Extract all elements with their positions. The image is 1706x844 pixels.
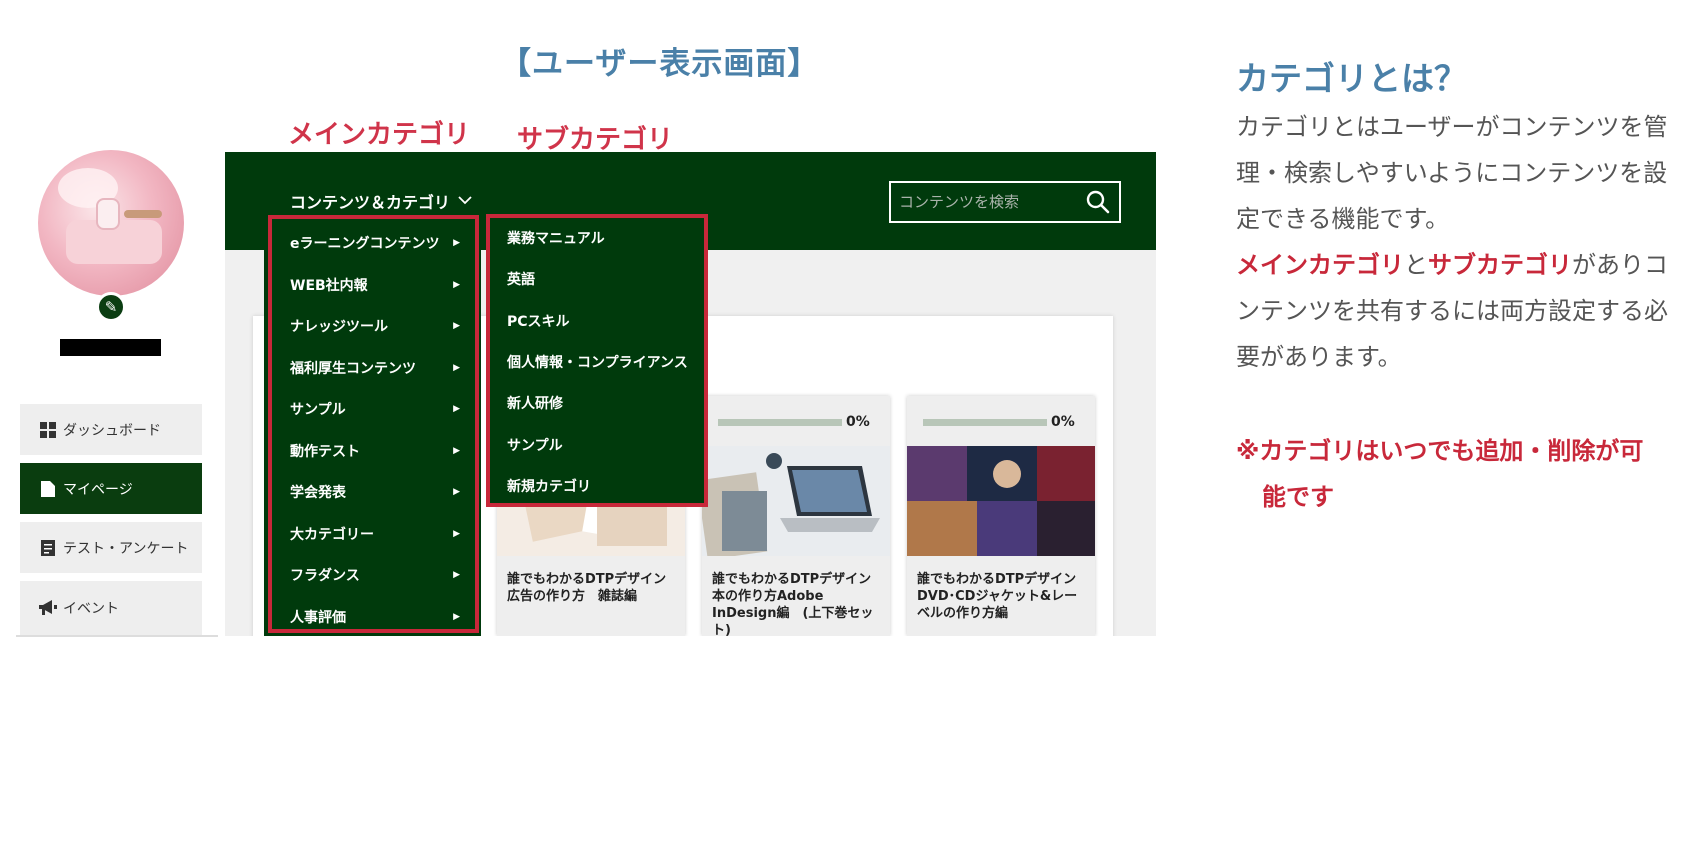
card-title: 誰でもわかるDTPデザイン 本の作り方Adobe InDesign編 (上下巻セ…	[712, 572, 885, 636]
sidebar-item-event[interactable]: イベント	[20, 581, 202, 635]
card-title: 誰でもわかるDTPデザイン DVD･CDジャケット&レーベルの作り方編	[917, 572, 1090, 621]
progress-bar	[923, 418, 1047, 426]
card-thumbnail	[702, 446, 890, 556]
sidebar-item-dashboard[interactable]: ダッシュボード	[20, 404, 202, 455]
sub-category-highlight-box	[486, 214, 708, 507]
progress-percent: 0%	[1051, 414, 1075, 430]
pencil-icon[interactable]: ✎	[96, 292, 126, 322]
megaphone-icon	[39, 599, 57, 617]
explanation-paragraph-1: カテゴリとはユーザーがコンテンツを管理・検索しやすいようにコンテンツを設定できる…	[1236, 113, 1668, 233]
connector-text: と	[1404, 251, 1428, 279]
main-category-highlight-box	[268, 215, 479, 633]
card-thumbnail	[907, 446, 1095, 556]
sidebar-item-label: テスト・アンケート	[63, 540, 189, 557]
sidebar-item-test-survey[interactable]: テスト・アンケート	[20, 522, 202, 573]
test-icon	[39, 539, 57, 557]
progress-bar	[718, 418, 842, 426]
sidebar-item-label: イベント	[63, 601, 119, 617]
progress-percent: 0%	[846, 414, 870, 430]
username-redacted	[60, 339, 161, 356]
page-icon	[39, 480, 57, 498]
note-line-2: 能です	[1262, 483, 1334, 511]
main-category-term: メインカテゴリ	[1236, 251, 1404, 279]
explanation-paragraph-2: メインカテゴリとサブカテゴリがありコンテンツを共有するには両方設定する必要があり…	[1236, 242, 1680, 380]
avatar[interactable]	[38, 150, 184, 296]
sidebar-item-label: マイページ	[63, 481, 133, 498]
note-text: ※カテゴリはいつでも追加・削除が可 能です	[1236, 428, 1680, 520]
search-icon[interactable]	[1085, 189, 1111, 215]
explanation-text: カテゴリとはユーザーがコンテンツを管理・検索しやすいようにコンテンツを設定できる…	[1236, 104, 1680, 380]
note-line-1: ※カテゴリはいつでも追加・削除が可	[1236, 437, 1644, 465]
sub-category-label: サブカテゴリ	[517, 125, 674, 155]
screen-title: 【ユーザー表示画面】	[500, 46, 820, 82]
card-title: 誰でもわかるDTPデザイン 広告の作り方 雑誌編	[507, 572, 680, 604]
menu-button-label: コンテンツ＆カテゴリ	[290, 193, 451, 212]
course-card[interactable]: 0% 誰でもわかるDTPデザイン 本の作り方Adobe InDesign編 (上…	[702, 396, 890, 636]
sub-category-term: サブカテゴリ	[1428, 251, 1572, 279]
main-category-label: メインカテゴリ	[288, 120, 471, 150]
course-card[interactable]: 0% 誰でもわかるDTPデザイン DVD･CDジャケット&レーベルの作り方編	[907, 396, 1095, 636]
sidebar-item-mypage[interactable]: マイページ	[20, 463, 202, 514]
chevron-down-icon	[458, 193, 472, 209]
sidebar-item-label: ダッシュボード	[63, 422, 161, 439]
search-input[interactable]	[899, 193, 1079, 211]
explanation-heading: カテゴリとは？	[1236, 59, 1467, 98]
dashboard-icon	[39, 421, 57, 439]
divider	[16, 635, 218, 637]
